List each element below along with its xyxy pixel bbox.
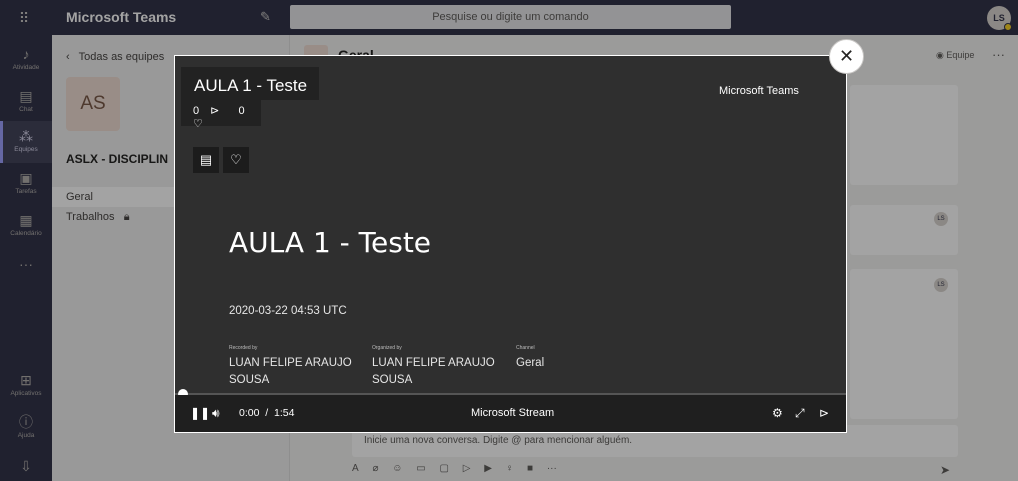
video-title: AULA 1 - Teste [194, 76, 308, 95]
pause-icon[interactable]: ❚❚ [190, 406, 210, 420]
time-display: 0:00 / 1:54 [239, 407, 294, 419]
play-count-icon: ⊳ [207, 105, 220, 117]
add-to-playlist-button[interactable]: ▤ [193, 147, 219, 173]
fullscreen-icon[interactable]: ⤢ [795, 406, 805, 421]
meta-value: LUAN FELIPE ARAUJO SOUSA [229, 357, 352, 386]
video-player[interactable]: AULA 1 - Teste 0 ⊳ 0 ♡ Microsoft Teams ▤… [175, 56, 846, 432]
meta-value: Geral [516, 357, 545, 369]
current-time: 0:00 [239, 407, 260, 419]
video-modal: AULA 1 - Teste 0 ⊳ 0 ♡ Microsoft Teams ▤… [174, 55, 847, 433]
video-title-box: AULA 1 - Teste [181, 67, 320, 100]
close-button[interactable]: ✕ [829, 39, 864, 74]
watermark-brand: Microsoft Teams [719, 85, 799, 97]
video-stats: 0 ⊳ 0 ♡ [181, 100, 261, 130]
duration: 1:54 [274, 407, 295, 419]
close-icon: ✕ [838, 46, 855, 66]
slide-date: 2020-03-22 04:53 UTC [229, 305, 347, 317]
player-controls: ❚❚ 🔊︎ 0:00 / 1:54 Microsoft Stream ⚙ ⤢ ⊳ [175, 395, 846, 432]
playlist-add-icon: ▤ [199, 152, 213, 167]
meta-label: Recorded by [229, 345, 258, 351]
meta-label: Organized by [372, 345, 402, 351]
views-count: 0 ⊳ [193, 105, 220, 117]
settings-icon[interactable]: ⚙ [772, 406, 783, 420]
time-separator: / [265, 407, 269, 419]
meta-value: LUAN FELIPE ARAUJO SOUSA [372, 357, 495, 386]
heart-icon: ♡ [230, 152, 242, 167]
like-button[interactable]: ♡ [223, 147, 249, 173]
player-label: Microsoft Stream [471, 407, 555, 419]
share-icon[interactable]: ⊳ [819, 406, 829, 420]
volume-icon[interactable]: 🔊︎ [212, 406, 220, 421]
heart-icon: ♡ [193, 118, 203, 130]
meta-label: Channel [516, 345, 535, 351]
slide-title: AULA 1 - Teste [229, 226, 432, 259]
